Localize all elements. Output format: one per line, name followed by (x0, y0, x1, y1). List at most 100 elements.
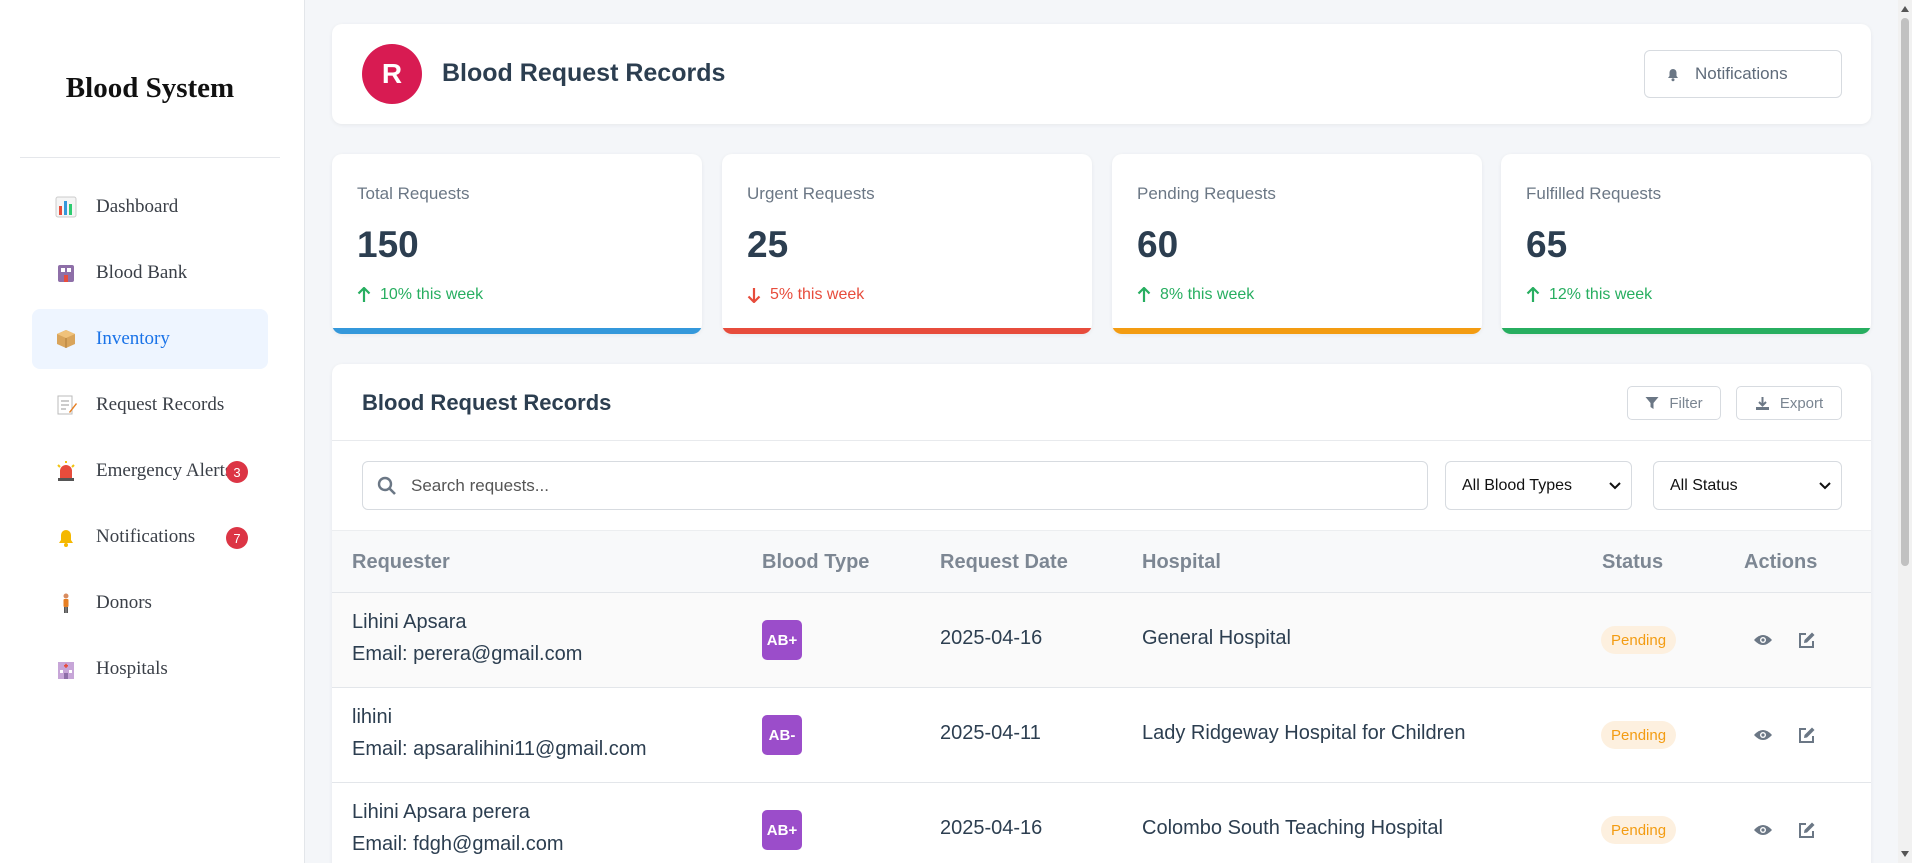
stat-card-fulfilled: Fulfilled Requests 65 12% this week (1501, 154, 1871, 334)
blood-type-badge: AB+ (762, 810, 802, 850)
export-button-label: Export (1779, 394, 1824, 412)
request-date: 2025-04-16 (940, 817, 1043, 839)
stat-card-total: Total Requests 150 10% this week (332, 154, 702, 334)
sidebar-nav: Dashboard Blood Bank Inventory Request R… (32, 177, 268, 705)
siren-icon (54, 459, 78, 483)
status-badge: Pending (1601, 721, 1677, 749)
blood-type-select[interactable]: All Blood Types (1445, 461, 1632, 510)
view-button[interactable] (1752, 819, 1774, 841)
search-icon (377, 476, 397, 496)
arrow-up-icon (1137, 287, 1151, 303)
requester-name: lihini (352, 706, 393, 728)
table-row[interactable]: lihini Email: apsaralihini11@gmail.com A… (332, 688, 1871, 783)
hospital-icon (54, 657, 78, 681)
table-row[interactable]: Lihini Apsara perera Email: fdgh@gmail.c… (332, 783, 1871, 863)
table-row[interactable]: Lihini Apsara Email: perera@gmail.com AB… (332, 593, 1871, 688)
stat-trend-text: 12% this week (1549, 286, 1653, 303)
stat-value: 150 (357, 224, 419, 265)
chart-icon (54, 195, 78, 219)
stat-trend: 12% this week (1526, 286, 1652, 304)
stat-accent-bar (1501, 328, 1871, 334)
sidebar-item-notifications[interactable]: Notifications 7 (32, 507, 268, 567)
sidebar-item-label: Blood Bank (96, 262, 188, 283)
notifications-button[interactable]: Notifications (1644, 50, 1842, 98)
scrollbar-thumb[interactable] (1901, 18, 1909, 566)
stat-trend: 8% this week (1137, 286, 1254, 304)
requester-email: Email: apsaralihini11@gmail.com (352, 738, 647, 760)
sidebar-item-label: Request Records (96, 394, 225, 415)
status-select[interactable]: All Status (1653, 461, 1842, 510)
edit-button[interactable] (1796, 819, 1818, 841)
column-header-request-date[interactable]: Request Date (940, 551, 1068, 574)
page-title: Blood Request Records (442, 59, 726, 87)
sidebar: Blood System Dashboard Blood Bank Invent… (0, 0, 305, 863)
filter-icon (1645, 396, 1659, 410)
status-badge: Pending (1601, 816, 1677, 844)
column-header-hospital[interactable]: Hospital (1142, 551, 1221, 574)
notification-count-badge: 7 (226, 527, 248, 549)
person-icon (54, 591, 78, 615)
memo-icon (54, 393, 78, 417)
scroll-down-icon[interactable] (1901, 851, 1909, 857)
view-button[interactable] (1752, 724, 1774, 746)
sidebar-item-label: Hospitals (96, 658, 168, 679)
sidebar-item-label: Dashboard (96, 196, 179, 217)
stat-label: Pending Requests (1137, 184, 1276, 203)
requester-name: Lihini Apsara perera (352, 801, 530, 823)
stat-trend-text: 5% this week (770, 286, 865, 303)
package-icon (54, 327, 78, 351)
alert-count-badge: 3 (226, 461, 248, 483)
search-input[interactable] (411, 475, 1391, 496)
eye-icon (1754, 730, 1772, 740)
table-header: Requester Blood Type Request Date Hospit… (332, 530, 1871, 593)
arrow-up-icon (357, 287, 371, 303)
hospital-name: Lady Ridgeway Hospital for Children (1142, 722, 1466, 744)
bell-icon (54, 525, 78, 549)
arrow-down-icon (747, 287, 761, 303)
sidebar-item-donors[interactable]: Donors (32, 573, 268, 633)
chevron-down-icon (1819, 477, 1831, 495)
column-header-blood-type[interactable]: Blood Type (762, 551, 869, 574)
avatar[interactable]: R (362, 44, 422, 104)
records-panel: Blood Request Records Filter Export All … (332, 364, 1871, 863)
stat-card-urgent: Urgent Requests 25 5% this week (722, 154, 1092, 334)
brand-title: Blood System (65, 72, 235, 104)
stat-trend: 5% this week (747, 286, 864, 304)
sidebar-item-inventory[interactable]: Inventory (32, 309, 268, 369)
stat-label: Urgent Requests (747, 184, 875, 203)
request-date: 2025-04-16 (940, 627, 1043, 649)
filter-button[interactable]: Filter (1627, 386, 1721, 420)
bell-icon (1665, 66, 1681, 82)
page-scrollbar[interactable] (1898, 0, 1912, 863)
requester-name: Lihini Apsara (352, 611, 467, 633)
filter-button-label: Filter (1669, 394, 1703, 412)
stat-card-pending: Pending Requests 60 8% this week (1112, 154, 1482, 334)
stat-accent-bar (332, 328, 702, 334)
request-date: 2025-04-11 (940, 722, 1041, 744)
requester-email: Email: perera@gmail.com (352, 643, 583, 665)
sidebar-item-blood-bank[interactable]: Blood Bank (32, 243, 268, 303)
edit-button[interactable] (1796, 724, 1818, 746)
requester-email: Email: fdgh@gmail.com (352, 833, 564, 855)
search-box[interactable] (362, 461, 1428, 510)
column-header-actions: Actions (1744, 551, 1818, 573)
column-header-requester[interactable]: Requester (352, 551, 450, 574)
sidebar-item-label: Inventory (96, 328, 170, 349)
edit-icon (1799, 632, 1815, 648)
blood-type-badge: AB+ (762, 620, 802, 660)
view-button[interactable] (1752, 629, 1774, 651)
edit-icon (1799, 822, 1815, 838)
stat-label: Total Requests (357, 184, 470, 203)
sidebar-item-hospitals[interactable]: Hospitals (32, 639, 268, 699)
edit-button[interactable] (1796, 629, 1818, 651)
sidebar-item-request-records[interactable]: Request Records (32, 375, 268, 435)
stat-value: 60 (1137, 224, 1179, 265)
sidebar-item-dashboard[interactable]: Dashboard (32, 177, 268, 237)
scroll-up-icon[interactable] (1901, 6, 1909, 12)
eye-icon (1754, 825, 1772, 835)
export-button[interactable]: Export (1736, 386, 1842, 420)
eye-icon (1754, 635, 1772, 645)
edit-icon (1799, 727, 1815, 743)
column-header-status[interactable]: Status (1602, 551, 1663, 574)
sidebar-item-emergency-alerts[interactable]: Emergency Alerts 3 (32, 441, 268, 501)
